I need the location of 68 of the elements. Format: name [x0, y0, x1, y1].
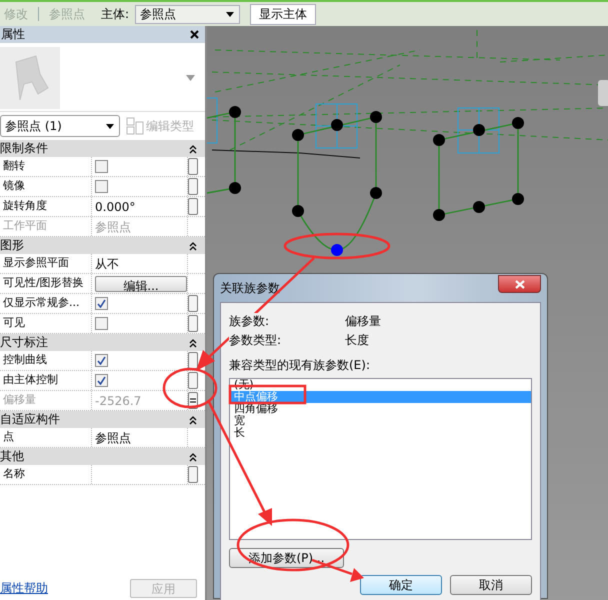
group-title: 图形 — [0, 237, 24, 254]
property-label: 可见 — [0, 314, 92, 333]
property-label: 翻转 — [0, 157, 92, 176]
property-label: 旋转角度 — [0, 197, 92, 216]
group-title: 其他 — [0, 448, 24, 465]
checkbox[interactable] — [95, 180, 108, 193]
property-value[interactable]: 从不 — [95, 254, 119, 272]
panel-title: 属性 — [1, 26, 25, 43]
cancel-button[interactable]: 取消 — [450, 575, 532, 595]
group-header[interactable]: 自适应构件 — [0, 411, 205, 428]
property-label: 显示参照平面 — [0, 254, 92, 273]
edit-type-icon — [126, 117, 144, 135]
checkbox[interactable] — [95, 354, 108, 367]
group-header[interactable]: 限制条件 — [0, 140, 205, 157]
list-item[interactable]: 宽 — [230, 415, 531, 427]
checkmark-icon — [97, 356, 106, 365]
host-dropdown[interactable]: 参照点 — [135, 4, 240, 24]
collapse-icon[interactable] — [189, 338, 197, 348]
dropdown-caret-icon — [225, 10, 236, 18]
property-label: 可见性/图形替换 — [0, 274, 92, 293]
close-icon[interactable] — [190, 30, 199, 39]
collapse-icon[interactable] — [189, 414, 197, 424]
property-label: 点 — [0, 428, 92, 447]
collapse-icon[interactable] — [189, 144, 197, 154]
checkmark-icon — [97, 299, 106, 308]
checkmark-icon — [97, 376, 106, 385]
property-value: -2526.7 — [95, 392, 142, 410]
property-label: 名称 — [0, 465, 92, 484]
group-title: 限制条件 — [0, 140, 48, 157]
group-header[interactable]: 其他 — [0, 448, 205, 465]
help-link[interactable]: 属性帮助 — [0, 580, 48, 596]
breadcrumb-text: 参照点 — [49, 6, 85, 22]
collapse-icon[interactable] — [189, 452, 197, 462]
checkbox[interactable] — [95, 297, 108, 310]
property-label: 由主体控制 — [0, 371, 92, 390]
expand-caret-icon[interactable] — [186, 75, 195, 81]
host-label: 主体: — [101, 6, 130, 22]
breadcrumb-text: 修改 — [4, 6, 28, 22]
show-host-button[interactable]: 显示主体 — [250, 4, 316, 24]
dropdown-caret-icon — [105, 122, 115, 130]
property-label: 仅显示常规参... — [0, 294, 92, 313]
list-item[interactable]: 四角偏移 — [230, 403, 531, 415]
group-header[interactable]: 图形 — [0, 237, 205, 254]
list-label: 兼容类型的现有族参数(E): — [229, 357, 371, 374]
property-label: 偏移量 — [0, 391, 92, 410]
collapse-icon[interactable] — [189, 240, 197, 250]
type-selector[interactable]: 参照点 (1) — [0, 115, 120, 137]
group-header[interactable]: 尺寸标注 — [0, 334, 205, 351]
property-value: 参照点 — [95, 218, 131, 236]
group-title: 自适应构件 — [0, 411, 60, 428]
property-label: 控制曲线 — [0, 351, 92, 370]
property-label: 工作平面 — [0, 217, 92, 236]
checkbox[interactable] — [95, 374, 108, 387]
dialog-title: 关联族参数 — [220, 280, 280, 296]
checkbox[interactable] — [95, 160, 108, 173]
property-label: 镜像 — [0, 177, 92, 196]
equals-icon — [190, 398, 196, 403]
list-item[interactable]: 长 — [230, 427, 531, 439]
property-value[interactable]: 0.000° — [95, 198, 136, 216]
field-label: 族参数: — [229, 313, 270, 332]
edit-button[interactable]: 编辑... — [95, 276, 187, 292]
close-button[interactable] — [498, 275, 541, 293]
property-value[interactable]: 参照点 — [95, 428, 131, 446]
group-title: 尺寸标注 — [0, 334, 48, 351]
highlight-ellipse — [162, 368, 218, 408]
close-icon — [514, 280, 524, 288]
ok-button[interactable]: 确定 — [360, 575, 442, 595]
checkbox[interactable] — [95, 317, 108, 330]
